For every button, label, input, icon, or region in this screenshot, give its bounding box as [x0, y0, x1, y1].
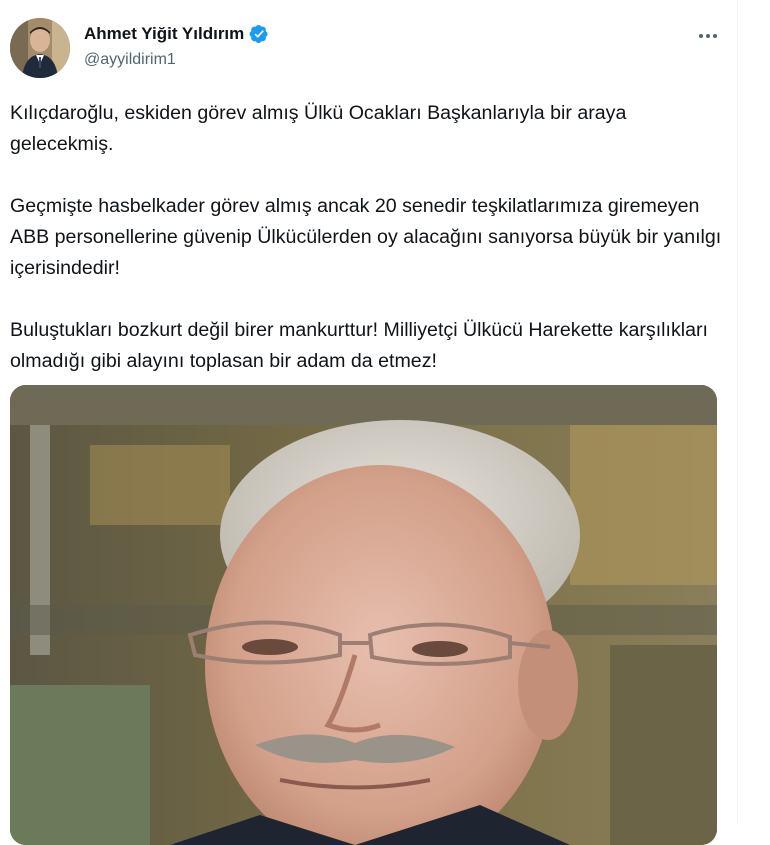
avatar[interactable]	[10, 18, 70, 78]
media-image	[10, 385, 717, 845]
display-name[interactable]: Ahmet Yiğit Yıldırım	[84, 24, 244, 44]
tweet-paragraph: Buluştukları bozkurt değil birer mankurt…	[10, 319, 708, 372]
avatar-image	[10, 18, 70, 78]
verified-badge-icon	[249, 24, 269, 44]
tweet-paragraph: Geçmişte hasbelkader görev almış ancak 2…	[10, 195, 722, 279]
name-row: Ahmet Yiğit Yıldırım	[84, 24, 269, 44]
column-divider	[737, 0, 738, 823]
tweet-header: Ahmet Yiğit Yıldırım @ayyildirim1	[10, 18, 722, 80]
user-handle[interactable]: @ayyildirim1	[84, 51, 176, 69]
tweet-text: Kılıçdaroğlu, eskiden görev almış Ülkü O…	[10, 98, 722, 408]
tweet-media[interactable]	[10, 385, 717, 845]
tweet-paragraph: Kılıçdaroğlu, eskiden görev almış Ülkü O…	[10, 102, 627, 155]
more-options-icon[interactable]	[694, 24, 722, 48]
